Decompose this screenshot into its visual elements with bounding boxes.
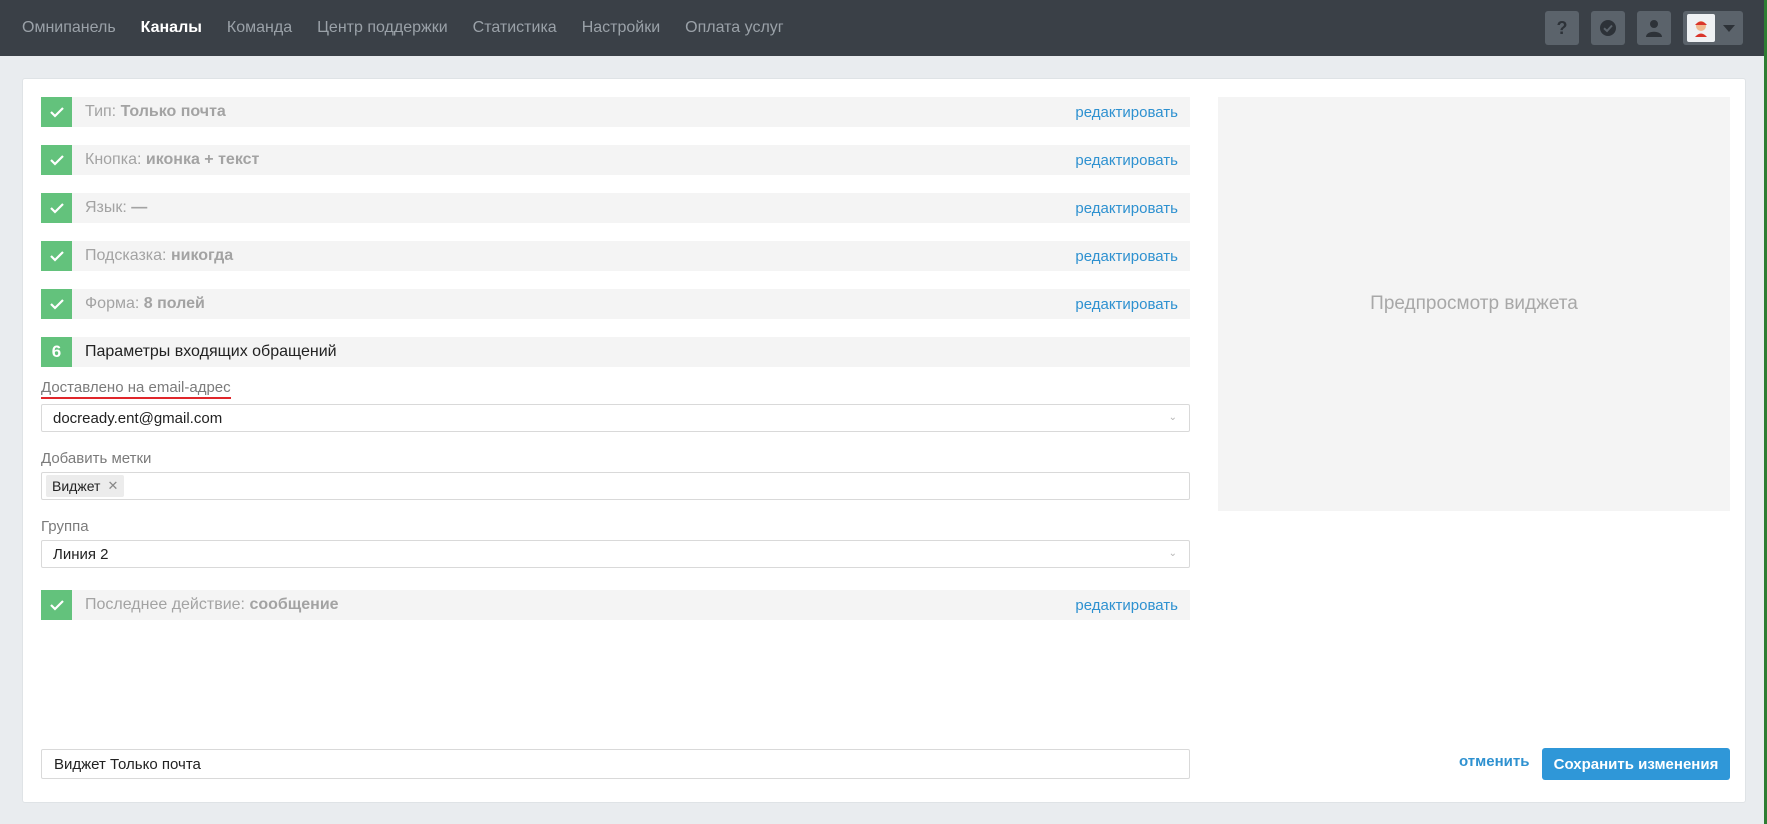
check-icon xyxy=(41,590,72,620)
check-icon xyxy=(41,241,72,271)
step-button: Кнопка: иконка + текст редактировать xyxy=(41,145,1190,175)
nav-statistics[interactable]: Статистика xyxy=(473,0,557,56)
widget-settings-card: Тип: Только почта редактировать Кнопка: … xyxy=(22,78,1746,803)
edit-link[interactable]: редактировать xyxy=(1075,104,1178,121)
email-label: Доставлено на email-адрес xyxy=(41,379,231,399)
avatar xyxy=(1687,14,1715,42)
avatar-svg xyxy=(1695,21,1707,37)
edit-link[interactable]: редактировать xyxy=(1075,200,1178,217)
edit-link[interactable]: редактировать xyxy=(1075,597,1178,614)
nav-channels[interactable]: Каналы xyxy=(141,0,202,56)
steps-column: Тип: Только почта редактировать Кнопка: … xyxy=(41,97,1190,638)
chevron-down-icon xyxy=(1723,24,1735,32)
check-icon xyxy=(41,289,72,319)
widget-name-input[interactable]: Виджет Только почта xyxy=(41,749,1190,779)
group-label: Группа xyxy=(41,518,89,535)
check-badge-svg xyxy=(1600,20,1616,36)
tag-label: Виджет xyxy=(52,478,101,494)
cancel-button[interactable]: отменить xyxy=(1459,753,1529,770)
step-label: Форма: 8 полей xyxy=(85,295,205,312)
edit-link[interactable]: редактировать xyxy=(1075,152,1178,169)
nav-omnipanel[interactable]: Омнипанель xyxy=(22,0,116,56)
step-label: Кнопка: иконка + текст xyxy=(85,151,260,168)
step-label: Последнее действие: сообщение xyxy=(85,596,339,613)
step-title: Параметры входящих обращений xyxy=(85,343,337,360)
help-glyph: ? xyxy=(1556,17,1568,38)
nav-settings[interactable]: Настройки xyxy=(582,0,660,56)
chevron-down-icon: ⌄ xyxy=(1168,548,1177,559)
step-label: Язык: — xyxy=(85,199,148,216)
step-number: 6 xyxy=(41,337,72,367)
step-last-action: Последнее действие: сообщение редактиров… xyxy=(41,590,1190,620)
tags-input[interactable]: Виджет ✕ xyxy=(41,472,1190,500)
top-navigation-bar: Омнипанель Каналы Команда Центр поддержк… xyxy=(0,0,1767,56)
check-icon xyxy=(41,193,72,223)
tags-label: Добавить метки xyxy=(41,450,152,467)
edit-link[interactable]: редактировать xyxy=(1075,296,1178,313)
step-type: Тип: Только почта редактировать xyxy=(41,97,1190,127)
group-select[interactable]: Линия 2 ⌄ xyxy=(41,540,1190,568)
check-badge-icon[interactable] xyxy=(1591,11,1625,45)
widget-preview: Предпросмотр виджета xyxy=(1218,97,1730,511)
step-incoming-params: 6 Параметры входящих обращений xyxy=(41,337,1190,367)
nav-team[interactable]: Команда xyxy=(227,0,292,56)
help-icon[interactable]: ? xyxy=(1545,11,1579,45)
save-button[interactable]: Сохранить изменения xyxy=(1542,748,1730,780)
edit-link[interactable]: редактировать xyxy=(1075,248,1178,265)
step-language: Язык: — редактировать xyxy=(41,193,1190,223)
chevron-down-icon: ⌄ xyxy=(1168,412,1177,423)
nav-billing[interactable]: Оплата услуг xyxy=(685,0,783,56)
user-icon[interactable] xyxy=(1637,11,1671,45)
check-icon xyxy=(41,145,72,175)
user-svg xyxy=(1646,20,1662,37)
tag-chip: Виджет ✕ xyxy=(46,475,125,497)
main-nav: Омнипанель Каналы Команда Центр поддержк… xyxy=(22,0,809,56)
step-label: Подсказка: никогда xyxy=(85,247,234,264)
close-icon[interactable]: ✕ xyxy=(107,478,118,494)
step-form: Форма: 8 полей редактировать xyxy=(41,289,1190,319)
email-value: docready.ent@gmail.com xyxy=(53,409,223,427)
step-hint: Подсказка: никогда редактировать xyxy=(41,241,1190,271)
email-select[interactable]: docready.ent@gmail.com ⌄ xyxy=(41,404,1190,432)
top-icons: ? xyxy=(1545,11,1743,45)
check-icon xyxy=(41,97,72,127)
group-value: Линия 2 xyxy=(53,545,109,563)
nav-support-center[interactable]: Центр поддержки xyxy=(317,0,448,56)
avatar-menu[interactable] xyxy=(1683,11,1743,45)
step-label: Тип: Только почта xyxy=(85,103,226,120)
